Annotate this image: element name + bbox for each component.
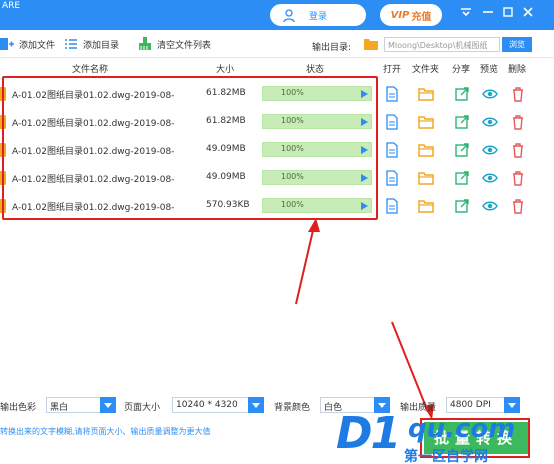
clear-list-label: 清空文件列表 bbox=[157, 40, 212, 51]
column-preview: 预览 bbox=[480, 65, 499, 75]
add-file-button[interactable]: 添加文件 bbox=[0, 36, 55, 52]
vip-label: 充值 bbox=[411, 11, 432, 23]
output-color-value: 黑白 bbox=[50, 403, 69, 413]
background-color-label: 背景颜色 bbox=[274, 403, 311, 413]
column-folder: 文件夹 bbox=[412, 65, 440, 75]
preview-eye-icon[interactable] bbox=[482, 114, 498, 130]
output-color-label: 输出色彩 bbox=[0, 403, 37, 413]
output-color-select[interactable]: 黑白 bbox=[46, 397, 116, 413]
delete-trash-icon[interactable] bbox=[510, 86, 526, 102]
output-quality-value: 4800 DPI bbox=[450, 400, 491, 410]
browse-button[interactable]: 浏览 bbox=[502, 37, 532, 52]
vip-recharge-button[interactable]: VIP 充值 bbox=[380, 4, 442, 26]
column-status: 状态 bbox=[306, 65, 325, 75]
delete-trash-icon[interactable] bbox=[510, 198, 526, 214]
output-quality-label: 输出质量 bbox=[400, 403, 437, 413]
delete-trash-icon[interactable] bbox=[510, 114, 526, 130]
maximize-icon[interactable] bbox=[500, 6, 516, 22]
chevron-down-icon bbox=[504, 397, 520, 413]
open-file-icon[interactable] bbox=[384, 198, 400, 214]
share-icon[interactable] bbox=[454, 198, 470, 214]
app-logo: ARE bbox=[2, 1, 21, 11]
open-file-icon[interactable] bbox=[384, 86, 400, 102]
page-size-select[interactable]: 10240 * 4320 bbox=[172, 397, 264, 413]
column-share: 分享 bbox=[452, 65, 471, 75]
share-icon[interactable] bbox=[454, 114, 470, 130]
output-path-field[interactable]: Mloong\Desktop\机械图纸 bbox=[384, 37, 500, 52]
hint-text: 转换出来的文字模糊,请将页面大小、输出质量调整为更大值 bbox=[0, 427, 211, 436]
delete-trash-icon[interactable] bbox=[510, 170, 526, 186]
share-icon[interactable] bbox=[454, 170, 470, 186]
folder-icon bbox=[364, 39, 378, 50]
preview-eye-icon[interactable] bbox=[482, 198, 498, 214]
toolbar: 添加文件 添加目录 清空文件列表 输出目录: Mloong\Desktop\机械… bbox=[0, 30, 554, 58]
watermark-brand: D1 bbox=[336, 408, 401, 459]
add-file-icon bbox=[0, 38, 14, 50]
page-size-label: 页面大小 bbox=[124, 403, 161, 413]
list-icon bbox=[65, 39, 77, 49]
login-button[interactable]: 登录 bbox=[270, 4, 366, 26]
open-file-icon[interactable] bbox=[384, 142, 400, 158]
open-folder-icon[interactable] bbox=[418, 114, 434, 130]
preview-eye-icon[interactable] bbox=[482, 142, 498, 158]
open-file-icon[interactable] bbox=[384, 170, 400, 186]
clear-list-button[interactable]: 清空文件列表 bbox=[138, 36, 211, 52]
preview-eye-icon[interactable] bbox=[482, 86, 498, 102]
share-icon[interactable] bbox=[454, 142, 470, 158]
open-folder-icon[interactable] bbox=[418, 198, 434, 214]
add-directory-button[interactable]: 添加目录 bbox=[64, 36, 119, 52]
watermark-site: qu.com bbox=[408, 414, 516, 444]
chevron-down-icon bbox=[100, 397, 116, 413]
column-size: 大小 bbox=[216, 65, 235, 75]
preview-eye-icon[interactable] bbox=[482, 170, 498, 186]
add-directory-label: 添加目录 bbox=[83, 40, 120, 51]
chevron-down-icon bbox=[248, 397, 264, 413]
delete-trash-icon[interactable] bbox=[510, 142, 526, 158]
user-icon bbox=[283, 9, 295, 23]
clear-broom-icon bbox=[139, 37, 151, 50]
menu-dropdown-icon[interactable] bbox=[458, 6, 474, 22]
column-delete: 删除 bbox=[508, 65, 527, 75]
title-bar: ARE 登录 VIP 充值 bbox=[0, 0, 554, 30]
share-icon[interactable] bbox=[454, 86, 470, 102]
minimize-icon[interactable] bbox=[480, 6, 496, 22]
open-folder-icon[interactable] bbox=[418, 170, 434, 186]
output-dir-label: 输出目录: bbox=[312, 43, 352, 53]
page-size-value: 10240 * 4320 bbox=[176, 400, 238, 410]
column-name: 文件名称 bbox=[72, 65, 109, 75]
add-file-label: 添加文件 bbox=[19, 40, 56, 51]
vip-badge: VIP bbox=[390, 9, 410, 21]
open-folder-icon[interactable] bbox=[418, 142, 434, 158]
watermark-subtitle: 第一区自学网 bbox=[404, 449, 488, 464]
open-file-icon[interactable] bbox=[384, 114, 400, 130]
column-open: 打开 bbox=[383, 65, 402, 75]
close-icon[interactable] bbox=[520, 6, 536, 22]
annotation-highlight-box bbox=[2, 76, 378, 220]
login-label: 登录 bbox=[308, 11, 327, 22]
output-quality-select[interactable]: 4800 DPI bbox=[446, 397, 520, 413]
open-folder-icon[interactable] bbox=[418, 86, 434, 102]
